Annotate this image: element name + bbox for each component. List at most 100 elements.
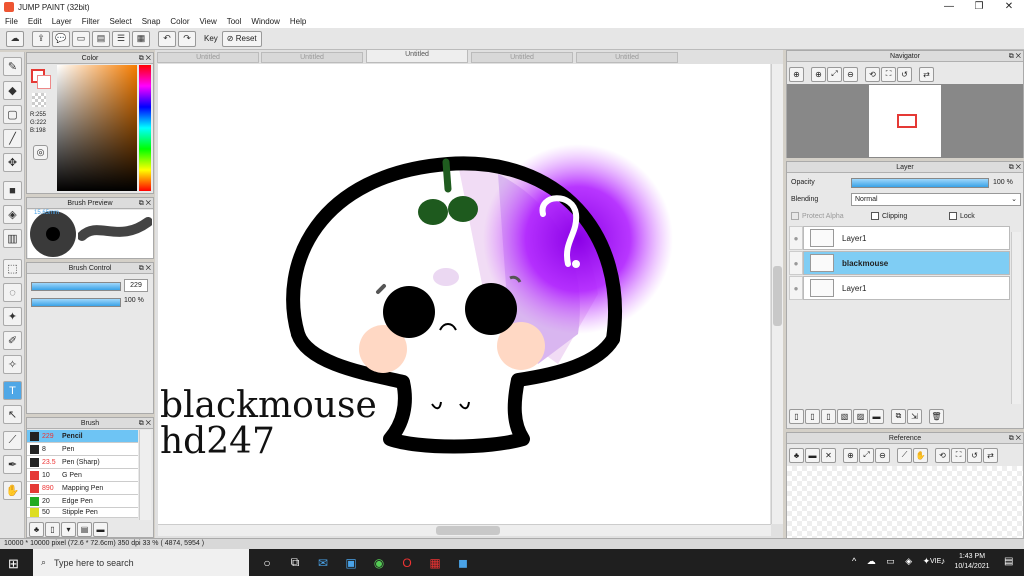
brush-item-pencil[interactable]: 229 Pencil (27, 430, 138, 443)
layer-opacity-slider[interactable] (851, 178, 989, 188)
menu-window[interactable]: Window (246, 17, 284, 26)
vertical-scroll-thumb[interactable] (773, 266, 782, 326)
document-icon[interactable]: ▤ (92, 30, 110, 47)
layer-row-selected[interactable]: blackmouse (803, 251, 1010, 275)
new-layer-group-icon[interactable]: ▨ (853, 408, 868, 424)
brush-opacity-slider[interactable] (31, 298, 121, 307)
brush-settings-icon[interactable]: ♣ (29, 521, 44, 537)
share-icon[interactable]: ⇪ (32, 30, 50, 47)
layer-visibility-icon[interactable]: ● (789, 276, 803, 300)
hand-tool-icon[interactable]: ✋ (3, 481, 22, 500)
message-icon[interactable]: ▭ (72, 30, 90, 47)
drawing-canvas[interactable]: blackmouse hd247 (158, 64, 770, 524)
menu-file[interactable]: File (0, 17, 23, 26)
eraser-tool-icon[interactable]: ◆ (3, 81, 22, 100)
fit-icon[interactable]: ⤢ (827, 66, 842, 82)
layer-list-scrollbar[interactable] (1011, 232, 1021, 404)
menu-help[interactable]: Help (285, 17, 311, 26)
rotate-icon[interactable]: ⟲ (865, 66, 880, 82)
brush-item-edge-pen[interactable]: 20 Edge Pen (27, 495, 138, 508)
minimize-button[interactable]: — (934, 0, 964, 14)
brush-item-pen-sharp[interactable]: 23.5 Pen (Sharp) (27, 456, 138, 469)
task-view-icon[interactable]: ⧉ (281, 549, 309, 576)
new-brush-icon[interactable]: ▯ (45, 521, 60, 537)
new-screentone-icon[interactable]: ▧ (837, 408, 852, 424)
rectangle-tool-icon[interactable]: ▢ (3, 105, 22, 124)
zoom-in-icon[interactable]: ⊕ (789, 66, 804, 82)
blending-select[interactable]: Normal ⌄ (851, 193, 1021, 206)
brush-tool-icon[interactable]: ✎ (3, 57, 22, 76)
copy-brush-icon[interactable]: ▤ (77, 521, 92, 537)
layer-visibility-icon[interactable]: ● (789, 226, 803, 250)
menu-select[interactable]: Select (104, 17, 136, 26)
panel-close-icon[interactable]: ⧉ ✕ (1009, 52, 1021, 61)
language-indicator[interactable]: VIE (930, 558, 941, 565)
fit-icon[interactable]: ⤢ (859, 447, 874, 463)
notifications-icon[interactable]: ▤ (1004, 556, 1013, 567)
menu-view[interactable]: View (195, 17, 222, 26)
brush-folder-icon[interactable]: ▬ (93, 521, 108, 537)
menu-layer[interactable]: Layer (47, 17, 77, 26)
merge-layer-icon[interactable]: ⇲ (907, 408, 922, 424)
background-color-swatch[interactable] (37, 75, 51, 89)
navigator-view[interactable] (787, 84, 1023, 158)
clock[interactable]: 1:43 PM 10/14/2021 (952, 552, 992, 572)
tab-untitled-3[interactable]: Untitled (366, 49, 468, 63)
rotate-icon[interactable]: ⟲ (935, 447, 950, 463)
reference-view[interactable] (787, 466, 1023, 538)
opera-icon[interactable]: O (393, 549, 421, 576)
canvas-horizontal-scrollbar[interactable] (158, 524, 771, 536)
store-icon[interactable]: ▣ (337, 549, 365, 576)
zoom-app-icon[interactable]: ◼ (449, 549, 477, 576)
brush-list-scrollbar[interactable] (139, 430, 151, 520)
protect-alpha-checkbox[interactable]: Protect Alpha (791, 212, 844, 220)
select-pen-tool-icon[interactable]: ✐ (3, 331, 22, 350)
duplicate-layer-icon[interactable]: ⧉ (891, 408, 906, 424)
brush-item-stipple-pen[interactable]: 50 Stipple Pen (27, 508, 138, 518)
operation-tool-icon[interactable]: ↖ (3, 405, 22, 424)
redo-icon[interactable]: ↷ (178, 30, 196, 47)
layer-visibility-icon[interactable]: ● (789, 251, 803, 275)
taskbar-search[interactable]: ⌕ Type here to search (33, 549, 249, 576)
panel-close-icon[interactable]: ⧉ ✕ (1009, 163, 1021, 172)
zoom-out-icon[interactable]: ⊖ (875, 447, 890, 463)
delete-layer-icon[interactable]: 🗑 (929, 408, 944, 424)
navigator-viewport-frame[interactable] (897, 114, 917, 128)
undo-icon[interactable]: ↶ (158, 30, 176, 47)
hand-icon[interactable]: ✋ (913, 447, 928, 463)
tab-untitled-5[interactable]: Untitled (576, 52, 678, 63)
transparent-color-icon[interactable] (32, 93, 46, 107)
eyedropper-icon[interactable]: ⟋ (897, 447, 912, 463)
text-tool-icon[interactable]: T (3, 381, 22, 400)
brush-size-slider[interactable] (31, 282, 121, 291)
reset-button[interactable]: ⊘ Reset (221, 30, 262, 47)
gradient-tool-icon[interactable]: ▥ (3, 229, 22, 248)
new-layer-1bit-icon[interactable]: ▯ (821, 408, 836, 424)
menu-filter[interactable]: Filter (77, 17, 105, 26)
select-eraser-tool-icon[interactable]: ✧ (3, 355, 22, 374)
clipping-checkbox[interactable]: Clipping (871, 212, 907, 220)
fill-rect-tool-icon[interactable]: ■ (3, 181, 22, 200)
zoom-in-icon[interactable]: ⊕ (811, 66, 826, 82)
restore-button[interactable]: ❐ (964, 0, 994, 14)
zoom-in-icon[interactable]: ⊕ (843, 447, 858, 463)
open-image-icon[interactable]: ▬ (805, 447, 820, 463)
panel-close-icon[interactable]: ⧉ ✕ (1009, 434, 1021, 443)
fit-page-icon[interactable]: ⛶ (951, 447, 966, 463)
menu-edit[interactable]: Edit (23, 17, 47, 26)
select-rect-tool-icon[interactable]: ⬚ (3, 259, 22, 278)
bucket-tool-icon[interactable]: ◈ (3, 205, 22, 224)
mail-icon[interactable]: ✉ (309, 549, 337, 576)
close-button[interactable]: ✕ (994, 0, 1024, 14)
list-icon[interactable]: ☰ (112, 30, 130, 47)
browser-icon[interactable]: ◉ (365, 549, 393, 576)
menu-color[interactable]: Color (165, 17, 194, 26)
eyedropper-tool-icon[interactable]: ⟋ (3, 431, 22, 450)
panel-close-icon[interactable]: ⧉ ✕ (139, 419, 151, 428)
reset-rotate-icon[interactable]: ↺ (897, 66, 912, 82)
panel-close-icon[interactable]: ⧉ ✕ (139, 199, 151, 208)
hue-slider[interactable] (139, 65, 151, 191)
flip-icon[interactable]: ⇄ (919, 66, 934, 82)
line-tool-icon[interactable]: ╱ (3, 129, 22, 148)
tab-untitled-1[interactable]: Untitled (157, 52, 259, 63)
